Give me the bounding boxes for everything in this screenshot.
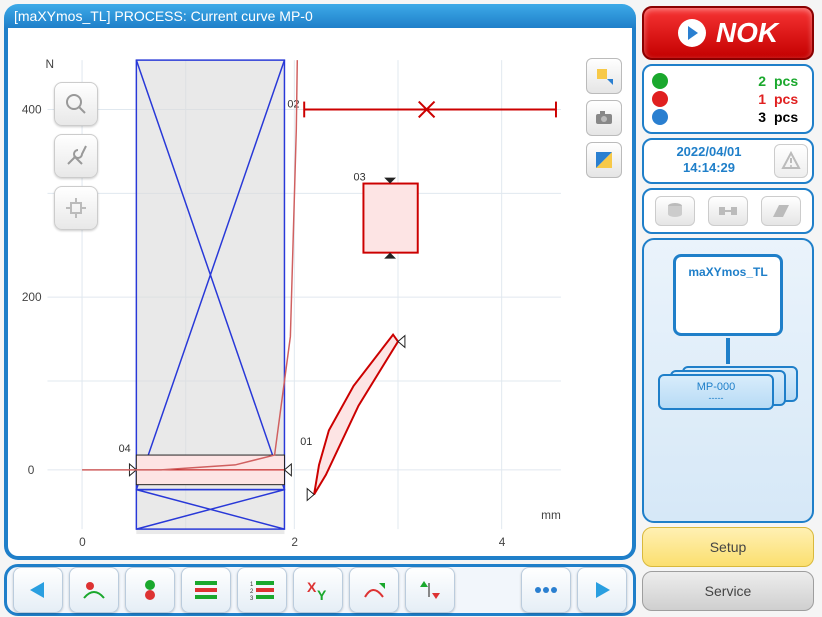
nok-value: 1 <box>676 91 766 107</box>
chart-svg: N mm 0 200 400 0 2 4 <box>8 28 632 556</box>
hardware-panel <box>642 188 814 234</box>
svg-text:0: 0 <box>79 535 86 549</box>
count-ok-row: 2 pcs <box>652 72 804 90</box>
window-title: [maXYmos_TL] PROCESS: Current curve MP-0 <box>4 4 636 28</box>
time-label: 14:14:29 <box>648 160 770 176</box>
center-button[interactable] <box>54 186 98 230</box>
svg-text:400: 400 <box>22 102 42 116</box>
svg-text:3: 3 <box>250 596 254 601</box>
mp-sub: ----- <box>709 393 724 403</box>
svg-text:2: 2 <box>250 589 254 595</box>
mp-stack[interactable]: MP-000 ----- <box>658 366 798 412</box>
zoom-button[interactable] <box>54 82 98 126</box>
ok-unit: pcs <box>774 73 804 89</box>
date-label: 2022/04/01 <box>648 144 770 160</box>
svg-text:Y: Y <box>317 587 327 602</box>
datetime-panel: 2022/04/01 14:14:29 <box>642 138 814 184</box>
service-label: Service <box>705 583 752 599</box>
warning-icon[interactable] <box>774 144 808 178</box>
svg-text:03: 03 <box>354 172 366 184</box>
curve-view-button[interactable] <box>69 567 119 613</box>
svg-text:04: 04 <box>119 443 131 455</box>
database-icon[interactable] <box>655 196 695 226</box>
connector-icon[interactable] <box>708 196 748 226</box>
svg-text:4: 4 <box>499 535 506 549</box>
device-monitor: maXYmos_TL <box>673 254 783 336</box>
tools-button[interactable] <box>54 134 98 178</box>
nav-next-button[interactable] <box>577 567 627 613</box>
svg-text:mm: mm <box>541 508 561 522</box>
xy-button[interactable]: XY <box>293 567 343 613</box>
bottom-toolbar: 123 XY <box>4 564 636 616</box>
svg-text:N: N <box>46 57 55 71</box>
count-total-row: 3 pcs <box>652 108 804 126</box>
play-icon <box>678 19 706 47</box>
monitor-stand <box>726 338 730 364</box>
gradient-icon[interactable] <box>586 142 622 178</box>
list-view-button[interactable] <box>181 567 231 613</box>
count-nok-row: 1 pcs <box>652 90 804 108</box>
status-dots-button[interactable] <box>125 567 175 613</box>
svg-text:1: 1 <box>250 582 254 588</box>
numbered-list-button[interactable]: 123 <box>237 567 287 613</box>
ok-icon <box>652 73 668 89</box>
status-indicator[interactable]: NOK <box>642 6 814 60</box>
setup-label: Setup <box>710 539 747 555</box>
export-icon[interactable] <box>586 58 622 94</box>
setup-button[interactable]: Setup <box>642 527 814 567</box>
chip-icon[interactable] <box>761 196 801 226</box>
camera-icon[interactable] <box>586 100 622 136</box>
nok-icon <box>652 91 668 107</box>
nav-prev-button[interactable] <box>13 567 63 613</box>
status-label: NOK <box>716 17 778 49</box>
service-button[interactable]: Service <box>642 571 814 611</box>
svg-text:02: 02 <box>287 99 299 111</box>
total-value: 3 <box>676 109 766 125</box>
svg-text:2: 2 <box>291 535 298 549</box>
device-panel: maXYmos_TL MP-000 ----- <box>642 238 814 523</box>
ok-value: 2 <box>676 73 766 89</box>
nok-unit: pcs <box>774 91 804 107</box>
counts-panel: 2 pcs 1 pcs 3 pcs <box>642 64 814 134</box>
more-button[interactable] <box>521 567 571 613</box>
plot-area: N mm 0 200 400 0 2 4 <box>4 28 636 560</box>
svg-text:01: 01 <box>300 436 312 448</box>
refresh-button[interactable] <box>405 567 455 613</box>
svg-text:200: 200 <box>22 290 42 304</box>
svg-text:X: X <box>307 579 317 595</box>
sigma-icon <box>652 109 668 125</box>
total-unit: pcs <box>774 109 804 125</box>
redo-curve-button[interactable] <box>349 567 399 613</box>
svg-text:0: 0 <box>28 463 35 477</box>
mp-label: MP-000 <box>697 381 736 393</box>
device-name: maXYmos_TL <box>688 265 767 279</box>
